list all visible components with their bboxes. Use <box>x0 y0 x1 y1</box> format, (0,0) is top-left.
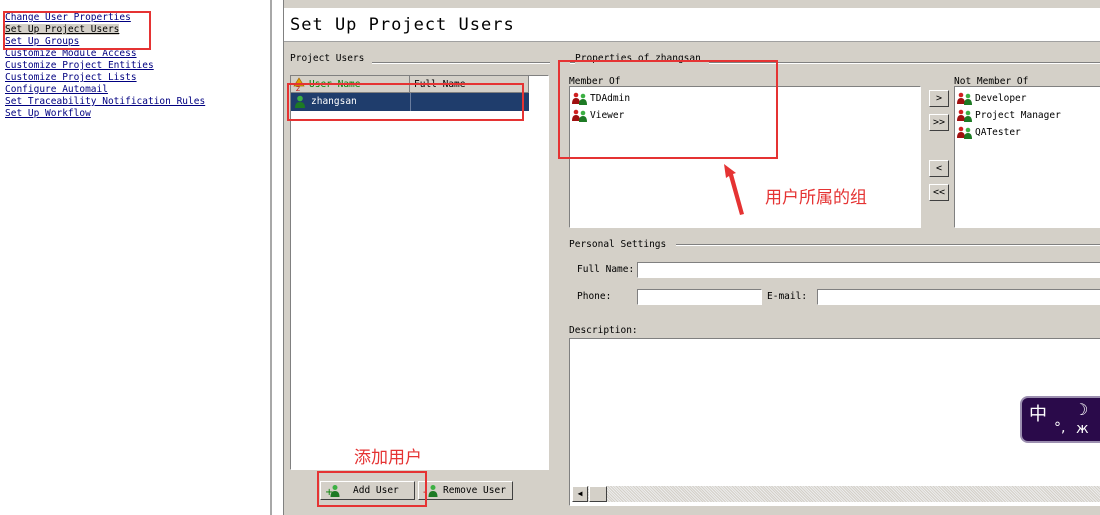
group-icon <box>957 92 972 105</box>
nav-link-set-up-workflow[interactable]: Set Up Workflow <box>5 108 91 119</box>
phone-field[interactable] <box>637 289 762 305</box>
remove-user-label: Remove User <box>443 485 506 496</box>
add-user-label: Add User <box>353 485 399 496</box>
svg-text:-: - <box>423 487 427 498</box>
nav-link-configure-automail[interactable]: Configure Automail <box>5 84 108 95</box>
table-row[interactable]: zhangsan <box>291 93 529 111</box>
list-item[interactable]: TDAdmin <box>572 91 630 106</box>
user-name-cell: zhangsan <box>311 96 357 107</box>
groups-annotation: 用户所属的组 <box>765 188 867 208</box>
group-icon <box>572 92 587 105</box>
add-user-icon: + <box>325 485 340 498</box>
not-member-of-list[interactable]: Developer Project Manager QATester <box>954 86 1100 228</box>
list-item[interactable]: Viewer <box>572 108 624 123</box>
annotation-arrow-icon <box>724 164 744 215</box>
column-header-user-name[interactable]: Z User Name <box>291 76 410 93</box>
project-users-section-label: Project Users <box>290 53 373 64</box>
left-nav-pane: Change User Properties Set Up Project Us… <box>0 0 272 515</box>
add-user-annotation: 添加用户 <box>354 448 422 468</box>
moon-icon[interactable]: ☽ <box>1074 400 1088 419</box>
project-users-grid[interactable]: Z User Name Full Name zhangsan <box>290 75 549 470</box>
nav-link-customize-project-lists[interactable]: Customize Project Lists <box>5 72 137 83</box>
group-name: QATester <box>975 127 1021 138</box>
group-name: Developer <box>975 93 1027 104</box>
nav-link-set-traceability-rules[interactable]: Set Traceability Notification Rules <box>5 96 205 107</box>
ime-punct-indicator[interactable]: °, <box>1054 420 1065 436</box>
group-icon <box>572 109 587 122</box>
sort-user-icon: Z <box>293 77 305 92</box>
list-item[interactable]: QATester <box>957 125 1021 140</box>
ime-mode-indicator[interactable]: 中 <box>1029 400 1047 426</box>
list-item[interactable]: Developer <box>957 91 1026 106</box>
remove-user-button[interactable]: - Remove User <box>418 481 513 500</box>
page-title: Set Up Project Users <box>290 15 515 35</box>
butterfly-icon[interactable]: ж <box>1076 421 1089 437</box>
full-name-field[interactable] <box>637 262 1100 278</box>
remove-user-icon: - <box>423 485 438 498</box>
nav-link-customize-module-access[interactable]: Customize Module Access <box>5 48 137 59</box>
add-group-button[interactable]: > <box>929 90 949 107</box>
remove-all-groups-button[interactable]: << <box>929 184 949 201</box>
scroll-left-button[interactable]: ◀ <box>572 486 588 502</box>
description-label: Description: <box>569 325 638 336</box>
user-icon <box>295 95 305 108</box>
nav-link-customize-project-entities[interactable]: Customize Project Entities <box>5 60 154 71</box>
scroll-thumb[interactable] <box>589 486 607 502</box>
horizontal-scrollbar[interactable]: ◀ <box>572 486 1100 502</box>
nav-link-set-up-groups[interactable]: Set Up Groups <box>5 36 79 47</box>
personal-settings-label: Personal Settings <box>569 239 677 250</box>
column-user-name-label: User Name <box>309 79 361 90</box>
ime-toolbar[interactable]: 中 ☽ °, ж <box>1020 396 1100 443</box>
column-full-name-label: Full Name <box>414 79 466 90</box>
email-field[interactable] <box>817 289 1100 305</box>
add-user-button[interactable]: + Add User <box>320 481 415 500</box>
full-name-label: Full Name: <box>577 264 635 275</box>
phone-label: Phone: <box>577 291 612 302</box>
add-all-groups-button[interactable]: >> <box>929 114 949 131</box>
remove-group-button[interactable]: < <box>929 160 949 177</box>
properties-section-label: Properties of zhangsan <box>575 53 709 64</box>
group-icon <box>957 109 972 122</box>
group-name: Project Manager <box>975 110 1061 121</box>
nav-link-change-user-properties[interactable]: Change User Properties <box>5 12 131 23</box>
column-header-full-name[interactable]: Full Name <box>410 76 529 93</box>
group-icon <box>957 126 972 139</box>
list-item[interactable]: Project Manager <box>957 108 1061 123</box>
nav-link-set-up-project-users[interactable]: Set Up Project Users <box>5 24 120 35</box>
group-name: TDAdmin <box>590 93 631 104</box>
svg-text:Z: Z <box>296 86 300 92</box>
cell-divider <box>410 93 411 111</box>
email-label: E-mail: <box>767 291 808 302</box>
group-name: Viewer <box>590 110 625 121</box>
